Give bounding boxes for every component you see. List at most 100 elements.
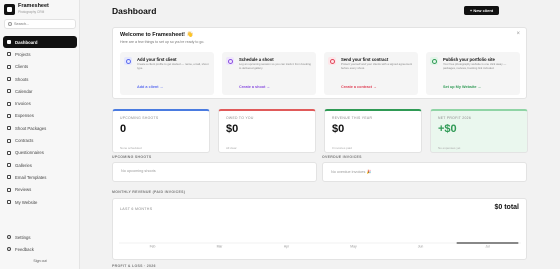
- step-description: Your free photography website is one cli…: [443, 62, 507, 70]
- kpi-subtext: 0 invoices paid: [332, 146, 352, 150]
- sidebar-item-reviews[interactable]: Reviews: [3, 184, 77, 196]
- sidebar-item-projects[interactable]: Projects: [3, 48, 77, 60]
- sidebar-item-contracts[interactable]: Contracts: [3, 134, 77, 146]
- sidebar-item-invoices[interactable]: Invoices: [3, 97, 77, 109]
- new-client-button[interactable]: + New client: [464, 6, 499, 15]
- package-icon: [7, 126, 11, 131]
- globe-icon: [430, 57, 438, 65]
- kpi-subtext: None scheduled: [120, 146, 142, 150]
- upcoming-card: No upcoming shoots: [112, 162, 317, 182]
- star-icon: [7, 187, 11, 192]
- sidebar-item-label: Dashboard: [15, 39, 38, 45]
- sidebar-item-email-templates[interactable]: Email Templates: [3, 171, 77, 183]
- page-title: Dashboard: [112, 6, 157, 16]
- kpi-card-net-profit: NET PROFIT 2026 +$0 No expenses yet: [430, 109, 528, 153]
- users-icon: [7, 64, 11, 69]
- step-link[interactable]: Create a shoot →: [239, 85, 270, 89]
- search-input[interactable]: [14, 20, 69, 28]
- step-description: Protect yourself and your clients with a…: [341, 62, 413, 70]
- sidebar-item-questionnaires[interactable]: Questionnaires: [3, 147, 77, 159]
- kpi-value: $0: [332, 123, 345, 135]
- revenue-range: LAST 6 MONTHS: [120, 207, 153, 211]
- chart-tick-label: Feb: [150, 245, 156, 249]
- brand-name: Framesheet: [18, 3, 49, 9]
- overdue-label: OVERDUE INVOICES: [322, 155, 362, 159]
- welcome-card: Welcome to Framesheet! 👋 Here are a few …: [112, 27, 527, 99]
- sidebar-item-settings[interactable]: Settings: [3, 231, 77, 243]
- calendar-icon: [226, 57, 234, 65]
- sidebar-item-galleries[interactable]: Galleries: [3, 159, 77, 171]
- sidebar-item-shoots[interactable]: Shoots: [3, 73, 77, 85]
- kpi-card-owed-to-you: OWED TO YOU $0 All clear: [218, 109, 316, 153]
- revenue-total: $0 total: [494, 204, 519, 211]
- sidebar: Framesheet Photography CRM Dashboard Proj…: [0, 0, 80, 269]
- onboarding-step-4: Publish your portfolio site Your free pho…: [426, 52, 520, 95]
- kpi-value: 0: [120, 123, 127, 135]
- mail-icon: [7, 175, 11, 180]
- sidebar-item-label: Contracts: [15, 138, 34, 144]
- chat-icon: [7, 247, 11, 251]
- search-icon: [8, 22, 12, 26]
- kpi-subtext: All clear: [226, 146, 237, 150]
- sidebar-item-calendar[interactable]: Calendar: [3, 85, 77, 97]
- step-link[interactable]: Set up My Website →: [443, 85, 481, 89]
- sidebar-item-expenses[interactable]: Expenses: [3, 110, 77, 122]
- sidebar-item-label: Calendar: [15, 88, 33, 94]
- step-description: Create a client profile to get started —…: [137, 62, 209, 70]
- chart-tick-label: Mar: [217, 245, 224, 249]
- chart-tick-label: Apr: [284, 245, 290, 249]
- chart-tick-label: Jul: [485, 245, 490, 249]
- sidebar-item-feedback[interactable]: Feedback: [3, 243, 77, 255]
- onboarding-step-2: Schedule a shoot Log an upcoming session …: [222, 52, 316, 95]
- kpi-card-upcoming-shoots: UPCOMING SHOOTS 0 None scheduled: [112, 109, 210, 153]
- upcoming-label: UPCOMING SHOOTS: [112, 155, 152, 159]
- sidebar-item-shoot-packages[interactable]: Shoot Packages: [3, 122, 77, 134]
- brand[interactable]: Framesheet Photography CRM: [4, 3, 76, 17]
- calendar-icon: [7, 89, 11, 94]
- close-icon[interactable]: ×: [516, 31, 520, 37]
- kpi-subtext: No expenses yet: [438, 146, 461, 150]
- globe-icon: [7, 200, 11, 204]
- kpi-label: REVENUE THIS YEAR: [332, 116, 373, 120]
- sidebar-item-clients[interactable]: Clients: [3, 61, 77, 73]
- kpi-card-revenue-this-year: REVENUE THIS YEAR $0 0 invoices paid: [324, 109, 422, 153]
- sidebar-item-label: Shoots: [15, 76, 29, 82]
- onboarding-step-3: Send your first contract Protect yourself…: [324, 52, 418, 95]
- brand-subtitle: Photography CRM: [18, 10, 45, 14]
- step-link[interactable]: Add a client →: [137, 85, 163, 89]
- kpi-label: NET PROFIT 2026: [438, 116, 472, 120]
- image-icon: [7, 163, 11, 168]
- kpi-label: OWED TO YOU: [226, 116, 254, 120]
- sidebar-item-label: Shoot Packages: [15, 125, 47, 131]
- sidebar-bottom: Settings Feedback: [3, 231, 77, 255]
- signout-link[interactable]: Sign out: [0, 259, 80, 263]
- revenue-chart: Feb Mar Apr May Jun Jul: [119, 242, 521, 249]
- sidebar-item-my-website[interactable]: My Website: [3, 196, 77, 208]
- search-box[interactable]: [4, 19, 76, 29]
- kpi-value: +$0: [438, 123, 457, 135]
- welcome-subtitle: Here are a few things to set up so you'r…: [120, 40, 205, 44]
- logo-icon: [4, 4, 15, 15]
- step-link[interactable]: Create a contract →: [341, 85, 377, 89]
- kpi-label: UPCOMING SHOOTS: [120, 116, 159, 120]
- chart-tick-label: Jun: [418, 245, 424, 249]
- overdue-empty: No overdue invoices 🎉: [331, 170, 372, 174]
- folder-icon: [7, 52, 11, 57]
- profit-loss-label: PROFIT & LOSS · 2026: [112, 264, 156, 268]
- wallet-icon: [7, 113, 11, 118]
- sidebar-item-label: Reviews: [15, 187, 32, 193]
- gear-icon: [7, 235, 11, 239]
- kpi-value: $0: [226, 123, 239, 135]
- sidebar-item-label: Feedback: [15, 246, 34, 252]
- sidebar-item-dashboard[interactable]: Dashboard: [3, 36, 77, 49]
- list-icon: [7, 150, 11, 155]
- sidebar-item-label: My Website: [15, 199, 38, 205]
- sidebar-item-label: Email Templates: [15, 174, 47, 180]
- contract-icon: [328, 57, 336, 65]
- home-icon: [7, 40, 11, 45]
- overdue-card: No overdue invoices 🎉: [322, 162, 527, 182]
- step-description: Log an upcoming session so you can track…: [239, 62, 311, 70]
- revenue-card: LAST 6 MONTHS $0 total Feb Mar Apr May Jun Ju…: [112, 198, 527, 260]
- onboarding-step-1: Add your first client Create a client pro…: [120, 52, 214, 95]
- upcoming-empty: No upcoming shoots: [121, 169, 156, 173]
